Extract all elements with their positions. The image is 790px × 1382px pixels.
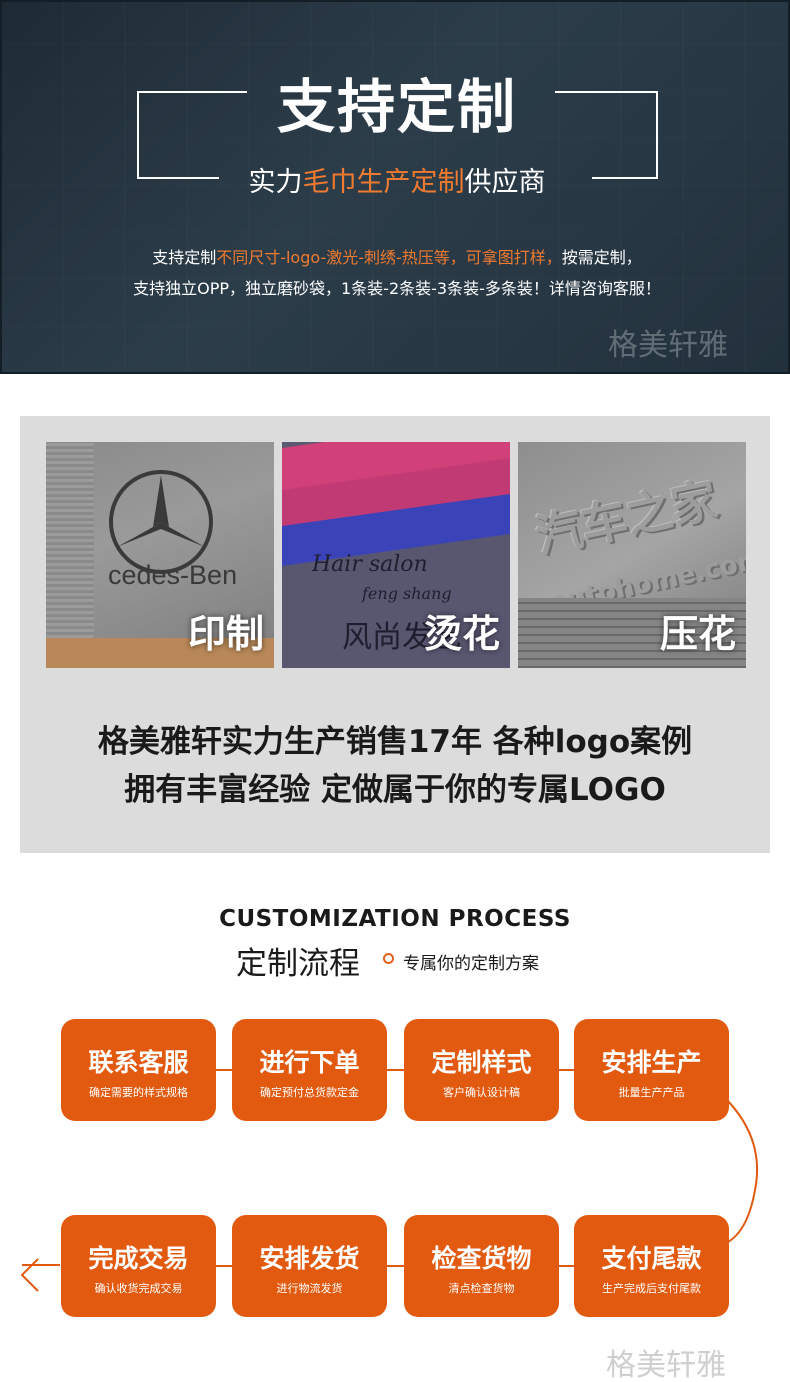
step-desc: 进行物流发货 (276, 1282, 343, 1295)
step-place-order: 进行下单 确定预付总货款定金 (232, 1019, 387, 1121)
step-contact-service: 联系客服 确定需要的样式规格 (61, 1019, 216, 1121)
step-title: 检查货物 (431, 1244, 532, 1273)
print-sample-photo: cedes-Ben 印制 (46, 442, 274, 668)
hot-stamp-sample-photo: Hair salon feng shang 风尚发艺 烫花 (282, 442, 510, 668)
stamped-script-text: feng shang (362, 584, 452, 603)
hero-subtitle-pre: 实力 (248, 167, 303, 198)
step-title: 完成交易 (88, 1244, 189, 1273)
hero-title: 支持定制 (276, 73, 517, 141)
step-desc: 清点检查货物 (448, 1282, 515, 1295)
printed-brand-text: cedes-Ben (108, 560, 238, 590)
step-desc: 批量生产产品 (618, 1086, 685, 1099)
stamped-script-text: Hair salon (312, 552, 428, 577)
hero-line1-post: 按需定制， (561, 248, 642, 267)
gallery-headline-2: 拥有丰富经验 定做属于你的专属LOGO (124, 772, 666, 808)
gallery-section: cedes-Ben 印制 Hair salon feng shang 风尚发艺 … (20, 416, 770, 853)
hero-line1-pre: 支持定制 (152, 248, 217, 267)
watermark: 格美轩雅 (608, 328, 728, 363)
hero-subtitle-post: 供应商 (464, 167, 546, 198)
photo-caption: 印制 (187, 612, 264, 656)
step-desc: 确定需要的样式规格 (89, 1086, 188, 1099)
step-desc: 确认收货完成交易 (94, 1282, 183, 1295)
step-connector (386, 1069, 404, 1071)
step-desc: 客户确认设计稿 (443, 1086, 520, 1099)
hero-subtitle: 实力毛巾生产定制供应商 (2, 160, 788, 199)
step-inspect-goods: 检查货物 清点检查货物 (404, 1215, 559, 1317)
embossed-text: 汽车之家 (531, 472, 723, 564)
step-production: 安排生产 批量生产产品 (574, 1019, 729, 1121)
step-title: 定制样式 (431, 1048, 532, 1077)
process-title-cn: 定制流程 (236, 946, 360, 982)
process-note: 专属你的定制方案 (403, 954, 539, 974)
gallery-headline-1: 格美雅轩实力生产销售17年 各种logo案例 (97, 724, 693, 760)
emboss-sample-photo: 汽车之家 autohome.com.cn 压花 (518, 442, 746, 668)
arrow-left-icon (20, 1258, 39, 1292)
hero-line1-highlight: 不同尺寸-logo-激光-刺绣-热压等，可拿图打样， (216, 248, 562, 267)
step-connector (558, 1069, 574, 1071)
process-title-en: CUSTOMIZATION PROCESS (219, 906, 571, 932)
step-title: 支付尾款 (601, 1244, 702, 1273)
photo-caption: 压花 (659, 612, 736, 656)
step-title: 安排生产 (601, 1048, 702, 1077)
photo-caption: 烫花 (423, 612, 500, 656)
towel-fluff (46, 442, 94, 668)
step-final-payment: 支付尾款 生产完成后支付尾款 (574, 1215, 729, 1317)
hero-description-2: 支持独立OPP，独立磨砂袋，1条装-2条装-3条装-多条装！详情咨询客服！ (133, 279, 661, 298)
step-desc: 确定预付总货款定金 (260, 1086, 359, 1099)
watermark: 格美轩雅 (606, 1348, 726, 1382)
step-complete-deal: 完成交易 确认收货完成交易 (61, 1215, 216, 1317)
circle-bullet-icon (383, 953, 394, 964)
step-desc: 生产完成后支付尾款 (602, 1282, 701, 1295)
step-shipping: 安排发货 进行物流发货 (232, 1215, 387, 1317)
page: 支持定制 实力毛巾生产定制供应商 支持定制不同尺寸-logo-激光-刺绣-热压等… (0, 0, 790, 1382)
hero-description-1: 支持定制不同尺寸-logo-激光-刺绣-热压等，可拿图打样，按需定制， (2, 244, 788, 268)
hero-banner: 支持定制 实力毛巾生产定制供应商 支持定制不同尺寸-logo-激光-刺绣-热压等… (0, 0, 790, 374)
step-connector (215, 1069, 232, 1071)
step-title: 进行下单 (259, 1048, 360, 1077)
hero-subtitle-highlight: 毛巾生产定制 (302, 167, 465, 198)
step-title: 联系客服 (88, 1048, 189, 1077)
step-custom-style: 定制样式 客户确认设计稿 (404, 1019, 559, 1121)
step-title: 安排发货 (259, 1244, 360, 1273)
